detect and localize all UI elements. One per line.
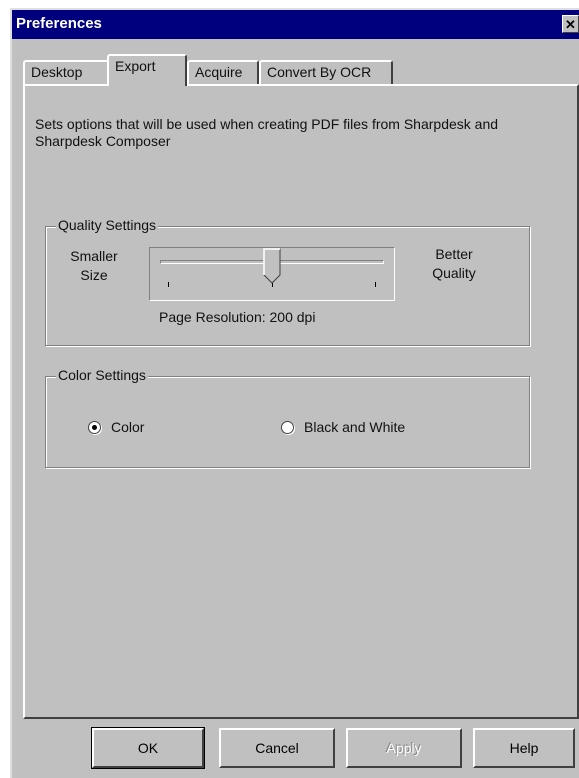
preferences-dialog: Preferences ✕ Desktop Export Acquire Con… <box>10 8 579 778</box>
tab-desktop[interactable]: Desktop <box>23 60 109 84</box>
resolution-slider-thumb[interactable] <box>262 248 281 284</box>
resolution-slider-box <box>149 247 395 301</box>
page-resolution-text: Page Resolution: 200 dpi <box>159 309 316 325</box>
ok-button[interactable]: OK <box>91 727 205 769</box>
export-tab-panel: Sets options that will be used when crea… <box>23 84 579 719</box>
apply-button[interactable]: Apply <box>346 728 462 768</box>
description-text: Sets options that will be used when crea… <box>35 116 499 149</box>
tab-convert-by-ocr[interactable]: Convert By OCR <box>259 60 393 84</box>
slider-tick <box>168 282 169 287</box>
window-title: Preferences <box>16 15 102 32</box>
color-settings-label: Color Settings <box>56 367 148 383</box>
better-quality-label: Better Quality <box>432 246 476 281</box>
quality-settings-group: Quality Settings Smaller Size Better Qua… <box>45 217 530 346</box>
tab-export[interactable]: Export <box>107 54 187 86</box>
radio-unselected-icon[interactable] <box>281 420 294 434</box>
tab-acquire[interactable]: Acquire <box>187 60 259 84</box>
color-radio-label: Color <box>111 419 145 435</box>
help-button[interactable]: Help <box>473 728 575 768</box>
tab-strip: Desktop Export Acquire Convert By OCR <box>23 54 563 86</box>
black-and-white-radio-label: Black and White <box>304 419 406 435</box>
title-bar[interactable]: Preferences ✕ <box>12 10 579 39</box>
radio-selected-icon[interactable] <box>88 420 101 434</box>
close-icon[interactable]: ✕ <box>562 15 579 33</box>
color-radio[interactable]: Color <box>88 419 144 435</box>
cancel-button[interactable]: Cancel <box>219 728 335 768</box>
quality-settings-label: Quality Settings <box>56 217 159 233</box>
slider-tick <box>375 282 376 287</box>
black-and-white-radio[interactable]: Black and White <box>281 419 405 435</box>
smaller-size-label: Smaller Size <box>70 248 118 283</box>
color-settings-group: Color Settings Color Black and White <box>45 367 530 468</box>
